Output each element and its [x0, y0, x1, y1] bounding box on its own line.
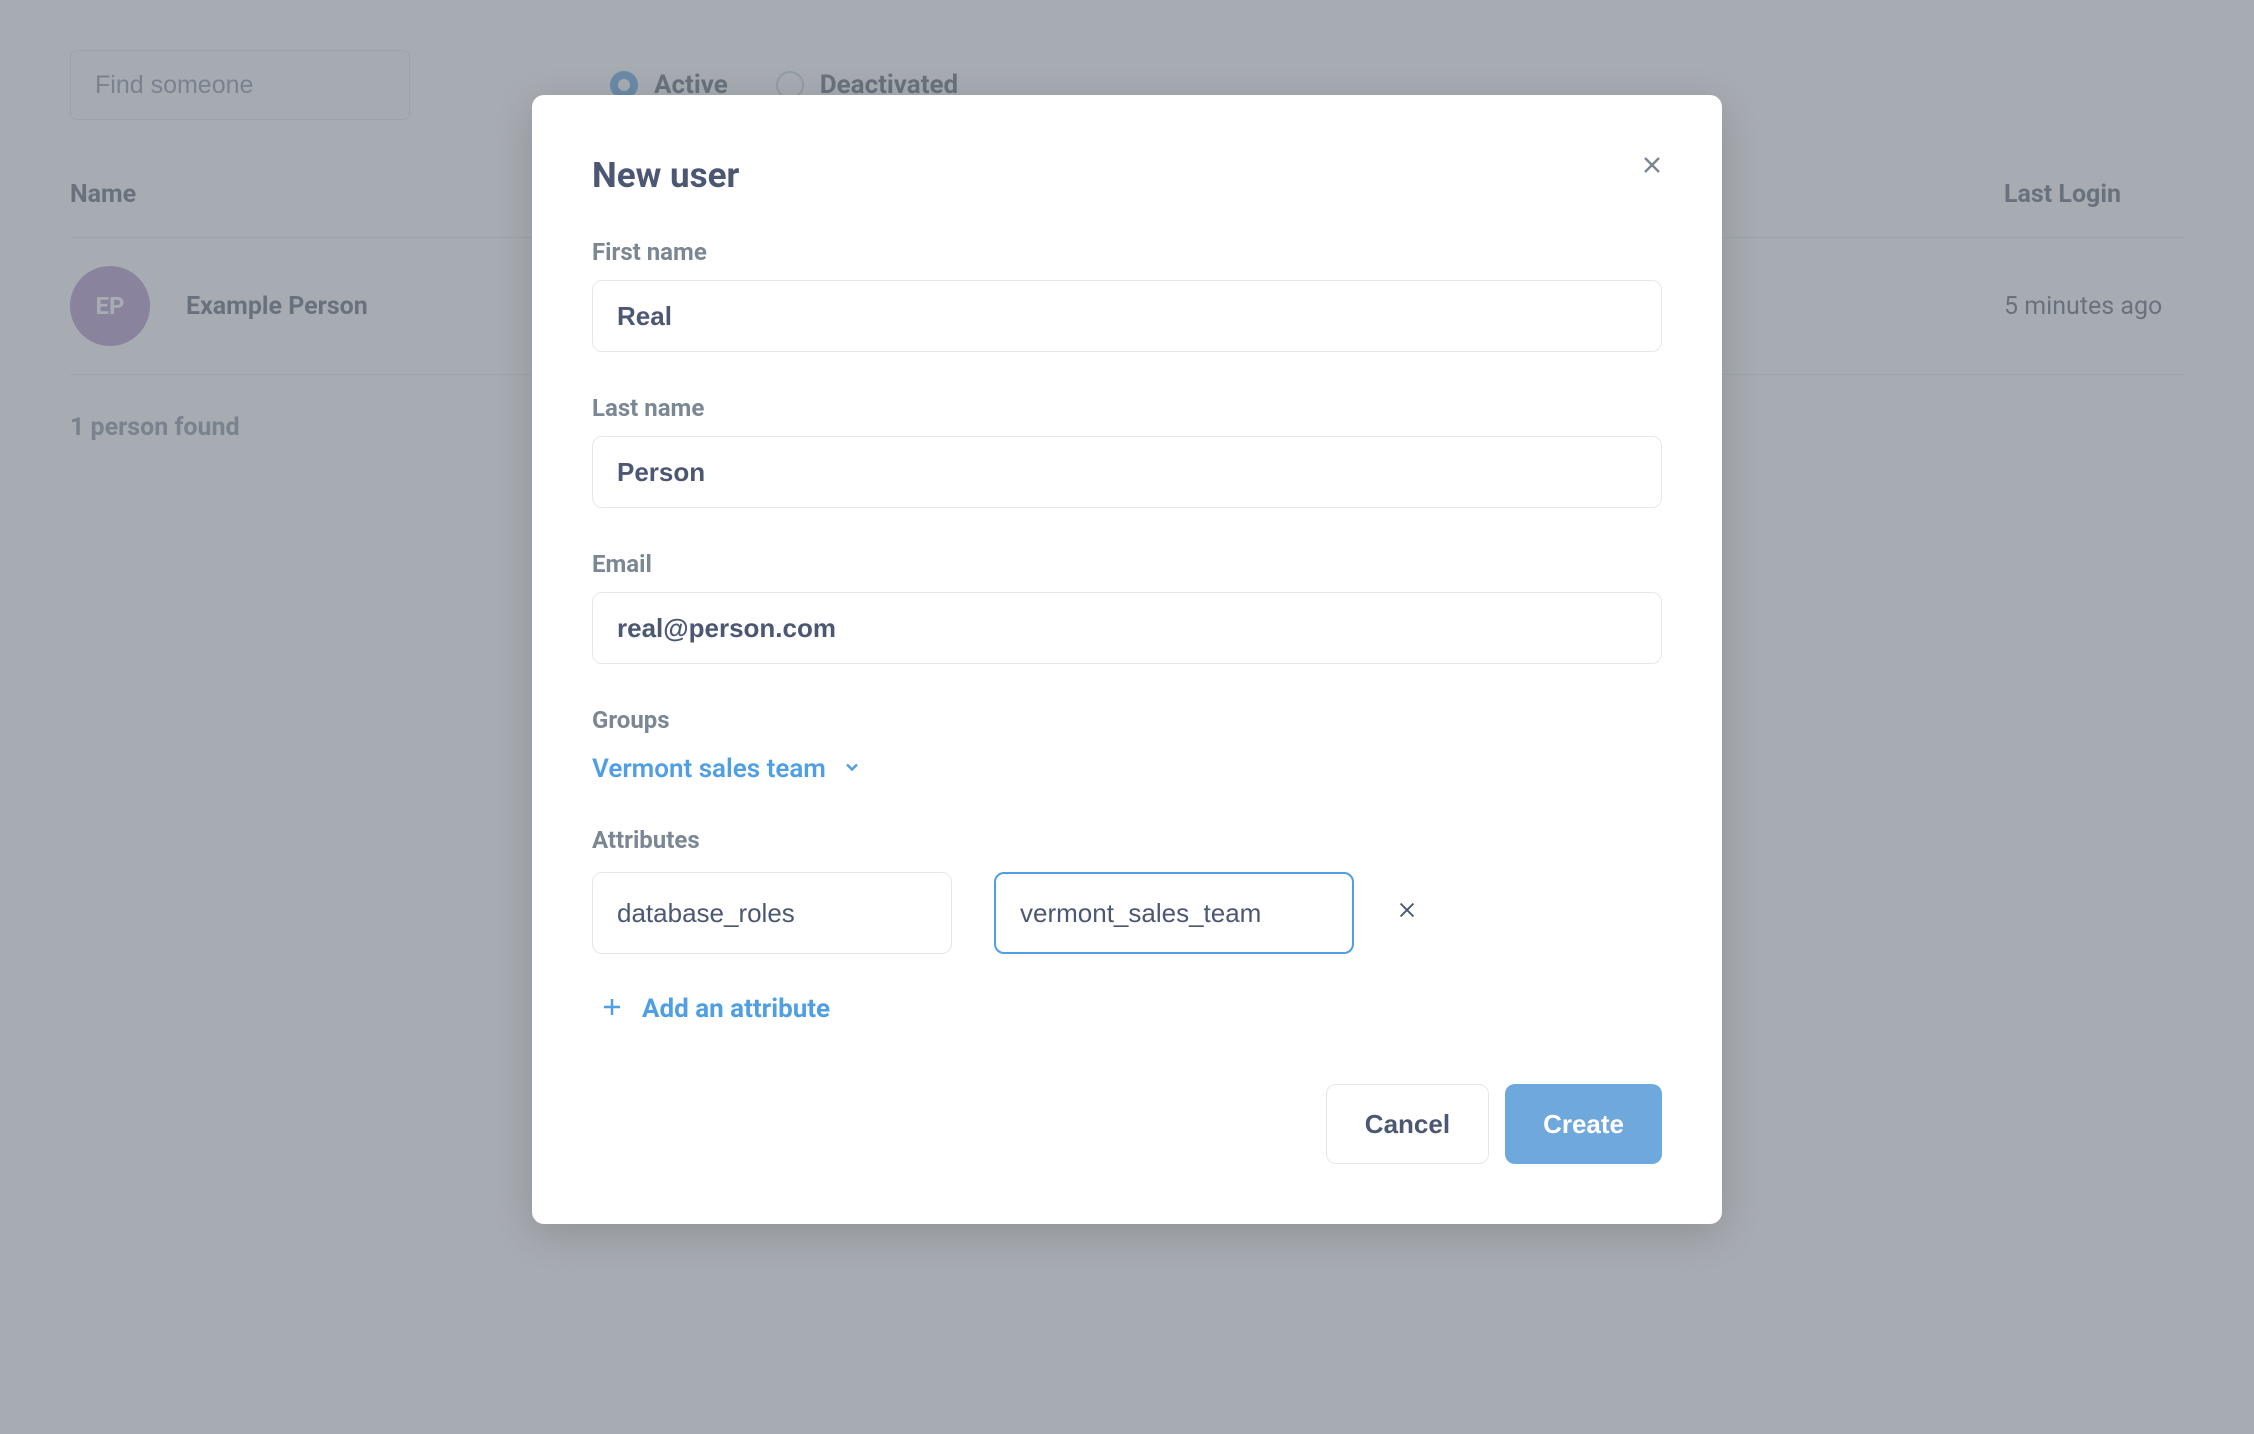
plus-icon — [600, 995, 624, 1023]
close-icon[interactable] — [1640, 153, 1664, 177]
modal-footer: Cancel Create — [592, 1084, 1662, 1164]
groups-label: Groups — [592, 706, 1662, 734]
attribute-value-field[interactable] — [994, 872, 1354, 954]
last-name-group: Last name — [592, 394, 1662, 508]
modal-title: New user — [592, 155, 1662, 196]
modal-overlay: New user First name Last name Email Grou… — [0, 0, 2254, 1434]
groups-value: Vermont sales team — [592, 754, 826, 784]
last-name-field[interactable] — [592, 436, 1662, 508]
attributes-group: Attributes Add an att — [592, 826, 1662, 1024]
add-attribute-button[interactable]: Add an attribute — [600, 994, 830, 1024]
groups-dropdown[interactable]: Vermont sales team — [592, 754, 862, 784]
cancel-button[interactable]: Cancel — [1326, 1084, 1489, 1164]
email-field[interactable] — [592, 592, 1662, 664]
new-user-modal: New user First name Last name Email Grou… — [532, 95, 1722, 1224]
first-name-field[interactable] — [592, 280, 1662, 352]
attribute-row — [592, 872, 1662, 954]
groups-group: Groups Vermont sales team — [592, 706, 1662, 784]
email-label: Email — [592, 550, 1662, 578]
attribute-key-field[interactable] — [592, 872, 952, 954]
last-name-label: Last name — [592, 394, 1662, 422]
email-group: Email — [592, 550, 1662, 664]
first-name-label: First name — [592, 238, 1662, 266]
create-button[interactable]: Create — [1505, 1084, 1662, 1164]
add-attribute-label: Add an attribute — [642, 994, 830, 1024]
chevron-down-icon — [842, 757, 862, 781]
remove-attribute-icon[interactable] — [1396, 899, 1418, 927]
first-name-group: First name — [592, 238, 1662, 352]
attributes-label: Attributes — [592, 826, 1662, 854]
